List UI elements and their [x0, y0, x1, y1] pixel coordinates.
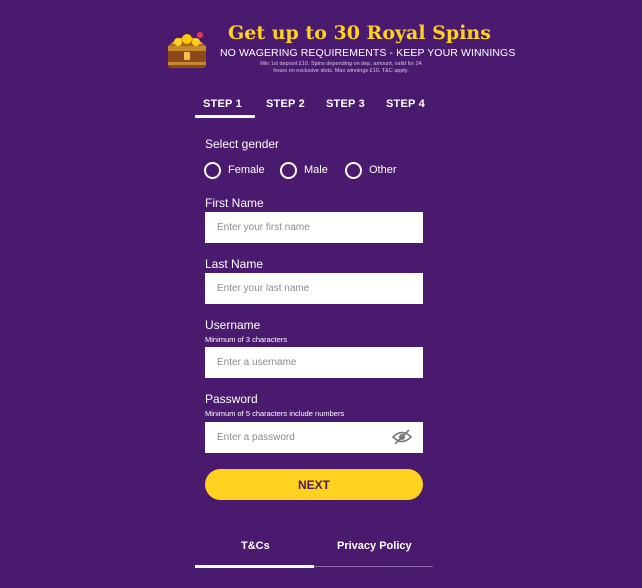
promo-subtitle: NO WAGERING REQUIREMENTS - KEEP YOUR WIN…	[220, 47, 516, 59]
gender-option-female[interactable]: Female	[204, 160, 265, 180]
password-field[interactable]	[205, 422, 423, 453]
step-tabs: STEP 1 STEP 2 STEP 3 STEP 4	[195, 98, 435, 120]
username-hint: Minimum of 3 characters	[205, 335, 288, 344]
username-field[interactable]	[205, 347, 423, 378]
active-step-indicator	[195, 115, 255, 118]
tab-terms[interactable]: T&Cs	[241, 540, 270, 552]
first-name-label: First Name	[205, 196, 264, 210]
footer-tabs: T&Cs Privacy Policy	[195, 540, 433, 570]
promo-title: Get up to 30 Royal Spins	[228, 22, 491, 44]
radio-label: Other	[369, 164, 397, 176]
radio-label: Female	[228, 164, 265, 176]
password-label: Password	[205, 392, 258, 406]
radio-circle-icon[interactable]	[204, 161, 221, 179]
gender-option-other[interactable]: Other	[345, 160, 397, 180]
active-footer-tab-indicator	[195, 565, 314, 568]
eye-slash-icon[interactable]	[392, 429, 412, 445]
tab-step-1[interactable]: STEP 1	[203, 98, 242, 110]
gender-radio-group: Female Male Other	[204, 160, 434, 180]
last-name-field[interactable]	[205, 273, 423, 304]
tab-privacy-policy[interactable]: Privacy Policy	[337, 540, 412, 552]
username-label: Username	[205, 318, 261, 332]
radio-circle-icon[interactable]	[280, 161, 297, 179]
promo-banner: Get up to 30 Royal Spins NO WAGERING REQ…	[160, 20, 515, 80]
tab-step-3[interactable]: STEP 3	[326, 98, 365, 110]
promo-fine-print: Min 1st deposit £10. Spins depending on …	[260, 61, 422, 74]
tab-step-4[interactable]: STEP 4	[386, 98, 425, 110]
gender-option-male[interactable]: Male	[280, 160, 328, 180]
radio-label: Male	[304, 164, 328, 176]
first-name-field[interactable]	[205, 212, 423, 243]
gender-label: Select gender	[205, 137, 280, 151]
tab-step-2[interactable]: STEP 2	[266, 98, 305, 110]
next-button[interactable]: NEXT	[205, 469, 423, 500]
treasure-chest-icon	[168, 32, 206, 68]
password-hint: Minimum of 5 characters include numbers	[205, 409, 345, 418]
radio-circle-icon[interactable]	[345, 161, 362, 179]
last-name-label: Last Name	[205, 257, 264, 271]
